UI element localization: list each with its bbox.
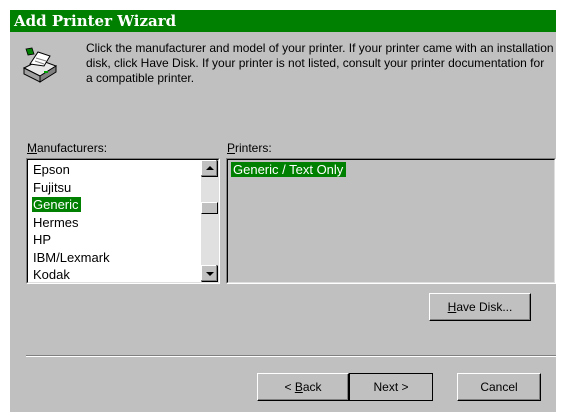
printer-icon [22, 47, 58, 83]
scroll-down-button[interactable] [201, 265, 218, 282]
arrow-down-icon [206, 272, 214, 276]
printers-label-text: rinters: [235, 141, 272, 155]
cancel-button[interactable]: Cancel [457, 373, 541, 401]
intro-text: Click the manufacturer and model of your… [86, 41, 554, 85]
manufacturer-item-label: IBM/Lexmark [33, 249, 110, 265]
manufacturer-item-label: Generic [32, 197, 81, 212]
scroll-thumb[interactable] [201, 202, 218, 214]
divider [26, 355, 556, 357]
back-button[interactable]: < Back [257, 373, 349, 401]
manufacturer-item-label: Fujitsu [33, 179, 72, 195]
printer-item[interactable]: Generic / Text Only [231, 161, 347, 178]
printer-item-label: Generic / Text Only [231, 162, 347, 177]
manufacturer-item[interactable]: HP [29, 231, 200, 249]
manufacturers-listbox[interactable]: Epson Fujitsu Generic Hermes HP IBM/Lexmark Ko… [26, 158, 220, 284]
manufacturer-item[interactable]: IBM/Lexmark [29, 249, 200, 267]
have-disk-button[interactable]: Have Disk... [429, 293, 531, 321]
manufacturers-list: Epson Fujitsu Generic Hermes HP IBM/Lexmark Ko… [29, 161, 200, 282]
manufacturers-label-accel: M [27, 141, 37, 155]
arrow-up-icon [206, 166, 214, 170]
manufacturers-scrollbar[interactable] [201, 160, 218, 282]
printers-label: Printers: [227, 141, 272, 155]
manufacturer-item[interactable]: Generic [29, 196, 200, 214]
manufacturer-item-label: Hermes [33, 214, 79, 230]
cancel-text: Cancel [480, 380, 518, 394]
manufacturer-item[interactable]: Hermes [29, 214, 200, 232]
manufacturer-item-label: Kodak [33, 267, 70, 282]
back-text: ack [302, 380, 322, 394]
manufacturer-item[interactable]: Fujitsu [29, 179, 200, 197]
manufacturers-label-text: anufacturers: [37, 141, 108, 155]
manufacturer-item[interactable]: Kodak [29, 266, 200, 282]
manufacturers-label: Manufacturers: [27, 141, 107, 155]
manufacturer-item-label: HP [33, 232, 52, 247]
have-disk-text: ave Disk... [456, 300, 513, 314]
printers-listbox[interactable]: Generic / Text Only [226, 158, 556, 284]
scroll-up-button[interactable] [201, 160, 218, 177]
printers-list: Generic / Text Only [228, 160, 554, 282]
manufacturer-item[interactable]: Epson [29, 161, 200, 179]
back-accel: B [294, 380, 303, 394]
back-prefix: < [284, 380, 295, 394]
next-text: Next > [373, 380, 409, 394]
add-printer-wizard-window: Add Printer Wizard Click the manufacture… [10, 10, 556, 412]
printers-label-accel: P [227, 141, 236, 155]
manufacturer-item-label: Epson [33, 162, 70, 177]
title-bar: Add Printer Wizard [10, 10, 556, 32]
next-button[interactable]: Next > [349, 373, 433, 401]
